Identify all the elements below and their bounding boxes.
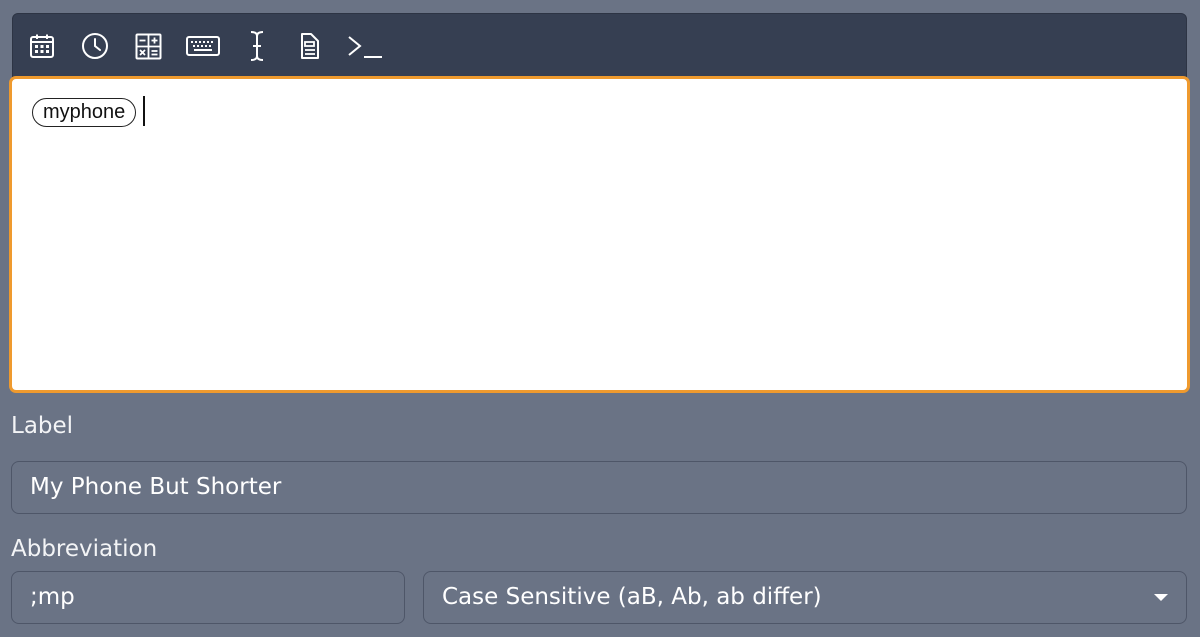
insert-keystroke-button[interactable] xyxy=(185,26,221,66)
keyboard-icon xyxy=(186,36,220,56)
text-caret xyxy=(143,96,145,126)
insert-formula-button[interactable] xyxy=(130,26,166,66)
set-cursor-position-button[interactable] xyxy=(239,26,275,66)
abbreviation-input[interactable]: ;mp xyxy=(11,571,405,624)
terminal-icon xyxy=(348,36,382,58)
insert-clipboard-button[interactable] xyxy=(291,26,327,66)
chevron-down-icon xyxy=(1154,594,1168,601)
snippet-content-editor[interactable]: myphone xyxy=(9,76,1190,393)
clipboard-icon xyxy=(301,33,319,59)
snippet-editor-panel: myphone xyxy=(9,13,1190,393)
label-field-label: Label xyxy=(11,413,74,439)
editor-toolbar xyxy=(12,13,1187,79)
calendar-icon xyxy=(30,34,54,58)
clock-icon xyxy=(82,33,108,59)
case-sensitivity-selected-value: Case Sensitive (aB, Ab, ab differ) xyxy=(442,584,822,610)
calculator-icon xyxy=(135,33,161,59)
text-cursor-icon xyxy=(250,31,264,61)
insert-date-button[interactable] xyxy=(24,26,60,66)
abbreviation-field-label: Abbreviation xyxy=(11,536,158,562)
snippet-chip[interactable]: myphone xyxy=(32,98,137,127)
label-input[interactable]: My Phone But Shorter xyxy=(11,461,1187,514)
insert-script-button[interactable] xyxy=(345,26,385,66)
case-sensitivity-select[interactable]: Case Sensitive (aB, Ab, ab differ) xyxy=(423,571,1187,624)
insert-time-button[interactable] xyxy=(77,26,113,66)
